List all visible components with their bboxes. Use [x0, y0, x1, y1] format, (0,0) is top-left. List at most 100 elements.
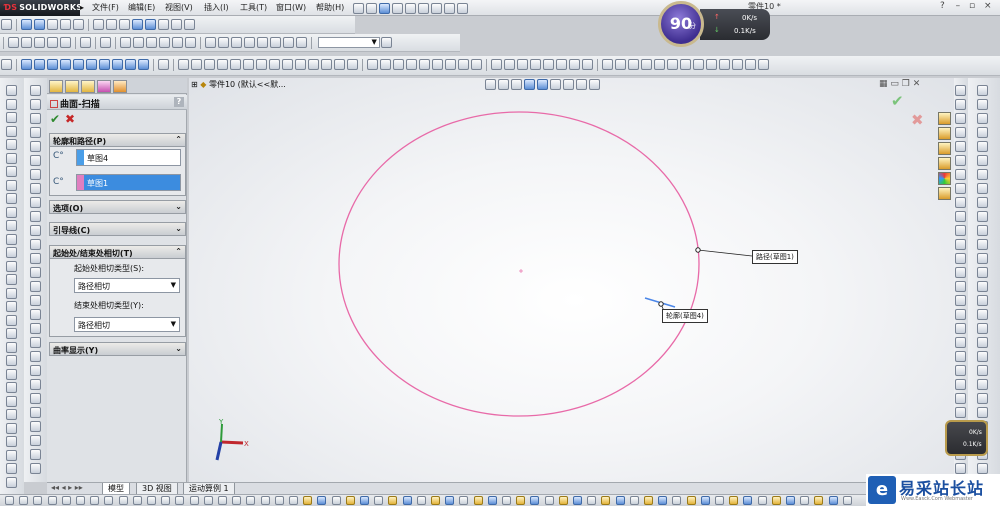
tool-icon[interactable]	[693, 59, 704, 70]
tool-icon[interactable]	[977, 463, 988, 474]
new-icon[interactable]	[353, 3, 364, 14]
tool-icon[interactable]	[471, 59, 482, 70]
tool-icon[interactable]	[161, 496, 171, 505]
tool-icon[interactable]	[955, 309, 966, 320]
tool-icon[interactable]	[6, 193, 17, 204]
tool-icon[interactable]	[230, 59, 241, 70]
tool-icon[interactable]	[601, 496, 611, 505]
tool-icon[interactable]	[654, 59, 665, 70]
tool-icon[interactable]	[147, 496, 156, 505]
tool-icon[interactable]	[628, 59, 639, 70]
tool-icon[interactable]	[21, 37, 32, 48]
tool-icon[interactable]	[33, 496, 43, 505]
tool-icon[interactable]	[814, 496, 824, 505]
view-icon[interactable]	[184, 19, 195, 30]
loft-icon[interactable]	[60, 59, 71, 70]
tool-icon[interactable]	[158, 59, 169, 70]
tool-icon[interactable]	[729, 496, 739, 505]
tool-icon[interactable]	[282, 59, 293, 70]
tool-icon[interactable]	[191, 59, 202, 70]
tool-icon[interactable]	[6, 463, 17, 474]
tool-icon[interactable]	[587, 496, 597, 505]
zoom-fit-icon[interactable]	[21, 19, 32, 30]
tool-icon[interactable]	[556, 59, 567, 70]
tool-icon[interactable]	[6, 314, 17, 326]
tool-icon[interactable]	[644, 496, 653, 505]
tool-icon[interactable]	[977, 309, 988, 320]
tool-icon[interactable]	[602, 59, 613, 70]
tool-icon[interactable]	[504, 59, 515, 70]
tool-icon[interactable]	[6, 436, 17, 447]
tool-icon[interactable]	[321, 59, 332, 70]
tool-icon[interactable]	[6, 301, 17, 312]
tool-icon[interactable]	[431, 496, 440, 505]
menu-view[interactable]: 视图(V)	[165, 2, 193, 13]
tool-icon[interactable]	[205, 37, 216, 48]
tool-icon[interactable]	[955, 225, 966, 236]
surface-icon[interactable]	[99, 59, 110, 70]
tool-icon[interactable]	[680, 59, 691, 70]
tool-icon[interactable]	[1, 59, 12, 70]
tool-icon[interactable]	[6, 274, 17, 285]
zoom-icon[interactable]	[73, 19, 84, 30]
tool-icon[interactable]	[6, 395, 17, 407]
tool-icon[interactable]	[445, 59, 456, 70]
tool-icon[interactable]	[955, 99, 966, 110]
tool-icon[interactable]	[30, 351, 41, 362]
tool-icon[interactable]	[406, 59, 417, 70]
group-curvature-header[interactable]: 曲率显示(Y) ⌄	[49, 342, 186, 356]
tool-icon[interactable]	[977, 183, 988, 194]
tool-icon[interactable]	[745, 59, 756, 70]
tool-icon[interactable]	[977, 267, 988, 278]
tool-icon[interactable]	[977, 225, 988, 236]
tool-icon[interactable]	[30, 127, 41, 138]
tool-icon[interactable]	[30, 393, 41, 404]
zoom-area-icon[interactable]	[34, 19, 45, 30]
tool-icon[interactable]	[828, 496, 838, 505]
tool-icon[interactable]	[246, 496, 256, 505]
tool-icon[interactable]	[30, 323, 41, 334]
tool-icon[interactable]	[715, 496, 724, 505]
surface-icon[interactable]	[86, 59, 97, 70]
restore-icon[interactable]: ▫	[969, 1, 975, 11]
surface-icon[interactable]	[138, 59, 149, 70]
tool-icon[interactable]	[30, 407, 41, 418]
tool-icon[interactable]	[388, 496, 398, 505]
tool-icon[interactable]	[955, 393, 966, 404]
tool-icon[interactable]	[6, 247, 17, 258]
tool-icon[interactable]	[977, 239, 988, 250]
undo-icon[interactable]	[405, 3, 416, 14]
tool-icon[interactable]	[76, 496, 85, 505]
tool-icon[interactable]	[172, 37, 183, 48]
tool-icon[interactable]	[615, 59, 626, 70]
tool-icon[interactable]	[629, 496, 639, 505]
tool-icon[interactable]	[218, 496, 227, 505]
extrude-icon[interactable]	[21, 59, 32, 70]
tool-icon[interactable]	[558, 496, 568, 505]
tool-icon[interactable]	[19, 496, 29, 505]
tool-icon[interactable]	[5, 496, 14, 505]
shaded-icon[interactable]	[145, 19, 156, 30]
tool-icon[interactable]	[6, 139, 17, 150]
tab-scroll-arrows[interactable]: ◂◂ ◂ ▸ ▸▸	[51, 483, 83, 492]
tool-icon[interactable]	[786, 496, 795, 505]
tool-icon[interactable]	[90, 496, 100, 505]
tool-icon[interactable]	[706, 59, 717, 70]
tool-icon[interactable]	[955, 463, 966, 474]
tool-icon[interactable]	[955, 183, 966, 194]
tool-icon[interactable]	[47, 37, 58, 48]
tool-icon[interactable]	[6, 179, 17, 191]
custom-properties-icon[interactable]	[938, 187, 951, 200]
tool-icon[interactable]	[955, 141, 966, 152]
tool-icon[interactable]	[955, 407, 966, 418]
options-icon[interactable]	[457, 3, 468, 14]
tool-icon[interactable]	[231, 37, 242, 48]
tool-icon[interactable]	[6, 125, 17, 137]
path-selection-box[interactable]: 草图1	[76, 174, 181, 191]
tool-icon[interactable]	[758, 59, 769, 70]
tool-icon[interactable]	[955, 281, 966, 292]
tool-icon[interactable]	[700, 496, 710, 505]
surface-icon[interactable]	[125, 59, 136, 70]
tool-icon[interactable]	[487, 496, 497, 505]
tool-icon[interactable]	[30, 99, 41, 110]
